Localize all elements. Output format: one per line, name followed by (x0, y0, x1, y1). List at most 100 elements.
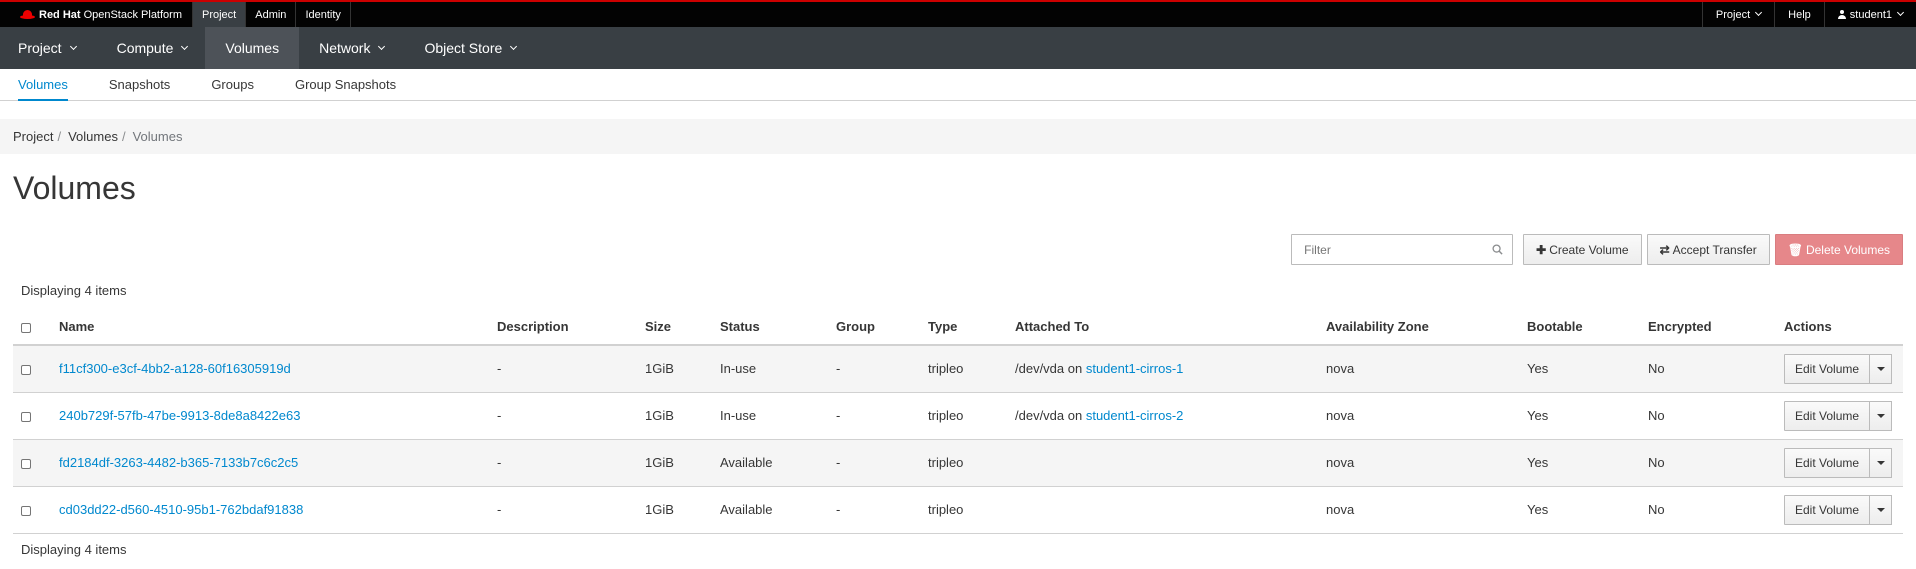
tab-group-snapshots[interactable]: Group Snapshots (295, 69, 396, 100)
cell-description: - (497, 345, 645, 393)
row-actions-dropdown-toggle[interactable] (1870, 353, 1893, 384)
cell-actions: Edit Volume (1784, 345, 1903, 393)
tab-snapshots[interactable]: Snapshots (109, 69, 170, 100)
project-switcher-dropdown[interactable]: Project (1701, 2, 1774, 27)
table-row: cd03dd22-d560-4510-95b1-762bdaf91838-1Gi… (13, 486, 1903, 534)
cell-bootable: Yes (1527, 392, 1648, 440)
cell-group: - (836, 392, 928, 440)
caret-down-icon (1876, 460, 1885, 465)
help-link[interactable]: Help (1774, 2, 1824, 27)
volume-name-link[interactable]: cd03dd22-d560-4510-95b1-762bdaf91838 (59, 502, 303, 517)
table-row: fd2184df-3263-4482-b365-7133b7c6c2c5-1Gi… (13, 439, 1903, 487)
col-group[interactable]: Group (836, 309, 928, 346)
row-checkbox[interactable] (21, 458, 31, 469)
project-switcher-label: Project (1715, 8, 1751, 21)
page-title: Volumes (13, 170, 136, 206)
tab-groups[interactable]: Groups (211, 69, 254, 100)
nav-object-store[interactable]: Object Store (402, 27, 534, 69)
col-name[interactable]: Name (59, 309, 497, 346)
item-count-bottom: Displaying 4 items (21, 541, 127, 557)
breadcrumb-current: Volumes (132, 129, 183, 144)
chevron-down-icon (69, 42, 77, 50)
cell-status: Available (720, 439, 836, 487)
nav-volumes-label: Volumes (225, 40, 280, 56)
cell-status: In-use (720, 392, 836, 440)
row-actions-dropdown-toggle[interactable] (1870, 447, 1893, 478)
search-icon[interactable] (1492, 244, 1503, 255)
col-description[interactable]: Description (497, 309, 645, 346)
col-type[interactable]: Type (928, 309, 1015, 346)
cell-encrypted: No (1648, 486, 1784, 534)
cell-actions: Edit Volume (1784, 439, 1903, 487)
edit-volume-button[interactable]: Edit Volume (1784, 353, 1871, 384)
brand-logo[interactable]: Red Hat OpenStack Platform (0, 2, 192, 27)
breadcrumb-volumes[interactable]: Volumes (68, 129, 118, 144)
row-checkbox[interactable] (21, 364, 31, 375)
nav-project-label: Project (18, 40, 62, 56)
edit-volume-button[interactable]: Edit Volume (1784, 494, 1871, 525)
edit-volume-button[interactable]: Edit Volume (1784, 400, 1871, 431)
cell-availability-zone: nova (1326, 345, 1527, 393)
nav-compute-label: Compute (116, 40, 174, 56)
secondary-nav: Volumes Snapshots Groups Group Snapshots (0, 69, 1916, 101)
breadcrumb-project[interactable]: Project (13, 129, 53, 144)
cell-bootable: Yes (1527, 345, 1648, 393)
plus-icon: ✚ (1536, 242, 1547, 257)
row-checkbox[interactable] (21, 505, 31, 516)
attached-instance-link[interactable]: student1-cirros-2 (1086, 408, 1184, 423)
row-actions: Edit Volume (1784, 400, 1893, 431)
table-header-row: Name Description Size Status Group Type … (13, 309, 1903, 346)
volume-name-link[interactable]: 240b729f-57fb-47be-9913-8de8a8422e63 (59, 408, 300, 423)
accept-transfer-button[interactable]: ⇄ Accept Transfer (1646, 234, 1770, 265)
nav-object-store-label: Object Store (424, 40, 503, 56)
cell-size: 1GiB (645, 345, 720, 393)
edit-volume-button[interactable]: Edit Volume (1784, 447, 1871, 478)
volume-name-link[interactable]: fd2184df-3263-4482-b365-7133b7c6c2c5 (59, 455, 298, 470)
row-actions: Edit Volume (1784, 494, 1893, 525)
col-encrypted[interactable]: Encrypted (1648, 309, 1784, 346)
caret-down-icon (1876, 507, 1885, 512)
top-tab-project[interactable]: Project (192, 2, 246, 27)
attached-instance-link[interactable]: student1-cirros-1 (1086, 361, 1184, 376)
cell-status: In-use (720, 345, 836, 393)
delete-volumes-button[interactable]: 🗑 Delete Volumes (1774, 234, 1903, 265)
col-status[interactable]: Status (720, 309, 836, 346)
chevron-down-icon (510, 42, 518, 50)
row-actions-dropdown-toggle[interactable] (1870, 494, 1893, 525)
row-actions-dropdown-toggle[interactable] (1870, 400, 1893, 431)
select-all-checkbox[interactable] (21, 322, 31, 333)
col-attached-to[interactable]: Attached To (1015, 309, 1326, 346)
nav-network[interactable]: Network (299, 27, 402, 69)
nav-compute[interactable]: Compute (94, 27, 206, 69)
cell-actions: Edit Volume (1784, 486, 1903, 534)
cell-availability-zone: nova (1326, 486, 1527, 534)
col-bootable[interactable]: Bootable (1527, 309, 1648, 346)
chevron-down-icon (1755, 8, 1763, 17)
accept-transfer-label: Accept Transfer (1672, 242, 1757, 257)
col-size[interactable]: Size (645, 309, 720, 346)
nav-project[interactable]: Project (0, 27, 94, 69)
breadcrumb: Project / Volumes / Volumes (0, 119, 1916, 154)
top-tab-admin[interactable]: Admin (245, 2, 295, 27)
top-bar: Red Hat OpenStack Platform Project Admin… (0, 0, 1916, 27)
user-menu-dropdown[interactable]: student1 (1823, 2, 1916, 27)
top-tab-identity[interactable]: Identity (295, 2, 351, 27)
breadcrumb-separator: / (57, 129, 62, 144)
cell-encrypted: No (1648, 345, 1784, 393)
exchange-icon: ⇄ (1659, 242, 1670, 257)
cell-availability-zone: nova (1326, 392, 1527, 440)
tab-volumes[interactable]: Volumes (18, 69, 68, 101)
volume-name-link[interactable]: f11cf300-e3cf-4bb2-a128-60f16305919d (59, 361, 291, 376)
row-checkbox[interactable] (21, 411, 31, 422)
filter-input[interactable] (1304, 242, 1485, 257)
filter-field (1291, 234, 1514, 265)
create-volume-button[interactable]: ✚ Create Volume (1523, 234, 1642, 265)
delete-volumes-label: Delete Volumes (1805, 242, 1890, 257)
col-actions: Actions (1784, 309, 1903, 346)
trash-icon: 🗑 (1787, 242, 1803, 257)
nav-volumes[interactable]: Volumes (205, 27, 300, 69)
cell-attached-to: /dev/vda on student1-cirros-2 (1015, 392, 1326, 440)
cell-encrypted: No (1648, 439, 1784, 487)
cell-attached-to: /dev/vda on student1-cirros-1 (1015, 345, 1326, 393)
col-availability-zone[interactable]: Availability Zone (1326, 309, 1527, 346)
